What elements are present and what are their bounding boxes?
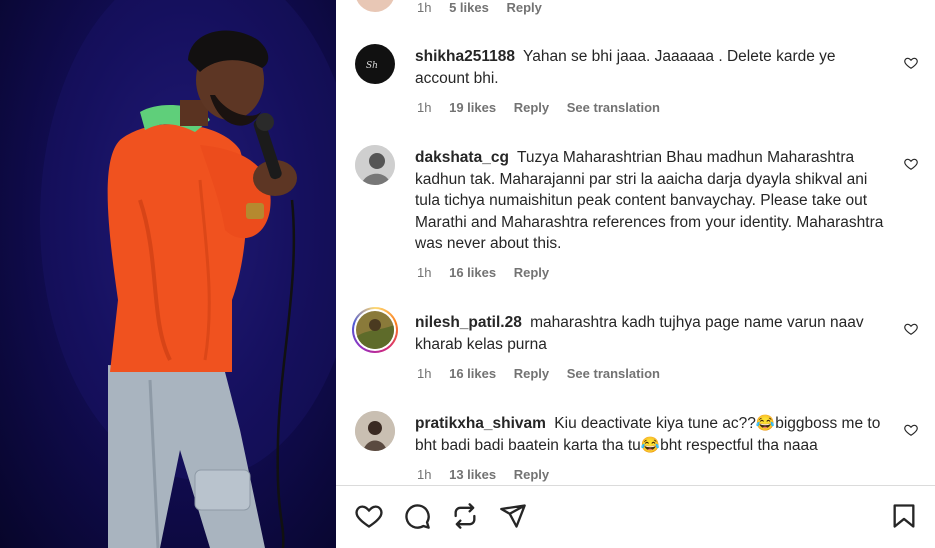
comment-time: 1h <box>417 366 432 381</box>
avatar[interactable]: Sh <box>355 44 395 84</box>
likes-count[interactable]: 19 likes <box>449 100 496 115</box>
performer-photo <box>40 0 336 548</box>
avatar[interactable] <box>355 411 395 451</box>
comment-username[interactable]: shikha251188 <box>415 48 515 65</box>
like-comment-heart-icon[interactable] <box>904 56 918 70</box>
avatar-story-ring[interactable] <box>352 307 398 353</box>
see-translation-button[interactable]: See translation <box>567 366 660 381</box>
reply-button[interactable]: Reply <box>506 0 541 15</box>
avatar[interactable] <box>355 0 395 12</box>
comment-body: nilesh_patil.28 maharashtra kadh tujhya … <box>415 312 885 355</box>
comments-panel: 1h 5 likes Reply Sh shikha251188 Yahan s… <box>336 0 935 548</box>
see-translation-button[interactable]: See translation <box>567 100 660 115</box>
comment-username[interactable]: nilesh_patil.28 <box>415 314 522 331</box>
comment-meta: 1h 5 likes Reply <box>417 0 556 15</box>
comment-meta: 1h 19 likes Reply See translation <box>417 100 674 115</box>
bookmark-icon[interactable] <box>890 502 918 530</box>
like-comment-heart-icon[interactable] <box>904 423 918 437</box>
comment-username[interactable]: dakshata_cg <box>415 149 509 166</box>
comment-time: 1h <box>417 100 432 115</box>
comment-body: pratikxha_shivam Kiu deactivate kiya tun… <box>415 413 885 456</box>
like-comment-heart-icon[interactable] <box>904 157 918 171</box>
comment-time: 1h <box>417 0 432 15</box>
likes-count[interactable]: 5 likes <box>449 0 489 15</box>
comment-icon[interactable] <box>403 502 431 530</box>
comment-meta: 1h 16 likes Reply See translation <box>417 366 674 381</box>
likes-count[interactable]: 13 likes <box>449 467 496 482</box>
reply-button[interactable]: Reply <box>514 265 549 280</box>
likes-count[interactable]: 16 likes <box>449 366 496 381</box>
like-comment-heart-icon[interactable] <box>904 322 918 336</box>
comment-meta: 1h 13 likes Reply <box>417 467 563 482</box>
post-media <box>0 0 336 548</box>
comment-time: 1h <box>417 265 432 280</box>
comment-time: 1h <box>417 467 432 482</box>
likes-count[interactable]: 16 likes <box>449 265 496 280</box>
like-heart-icon[interactable] <box>355 502 383 530</box>
repost-icon[interactable] <box>451 502 479 530</box>
comment-username[interactable]: pratikxha_shivam <box>415 415 546 432</box>
comment-body: shikha251188 Yahan se bhi jaaa. Jaaaaaa … <box>415 46 885 89</box>
avatar[interactable] <box>355 145 395 185</box>
reply-button[interactable]: Reply <box>514 366 549 381</box>
comment-meta: 1h 16 likes Reply <box>417 265 563 280</box>
reply-button[interactable]: Reply <box>514 100 549 115</box>
reply-button[interactable]: Reply <box>514 467 549 482</box>
share-icon[interactable] <box>499 502 527 530</box>
action-bar-divider <box>336 485 935 486</box>
avatar <box>356 311 394 349</box>
comment-body: dakshata_cg Tuzya Maharashtrian Bhau mad… <box>415 147 885 255</box>
svg-text:Sh: Sh <box>366 61 378 71</box>
